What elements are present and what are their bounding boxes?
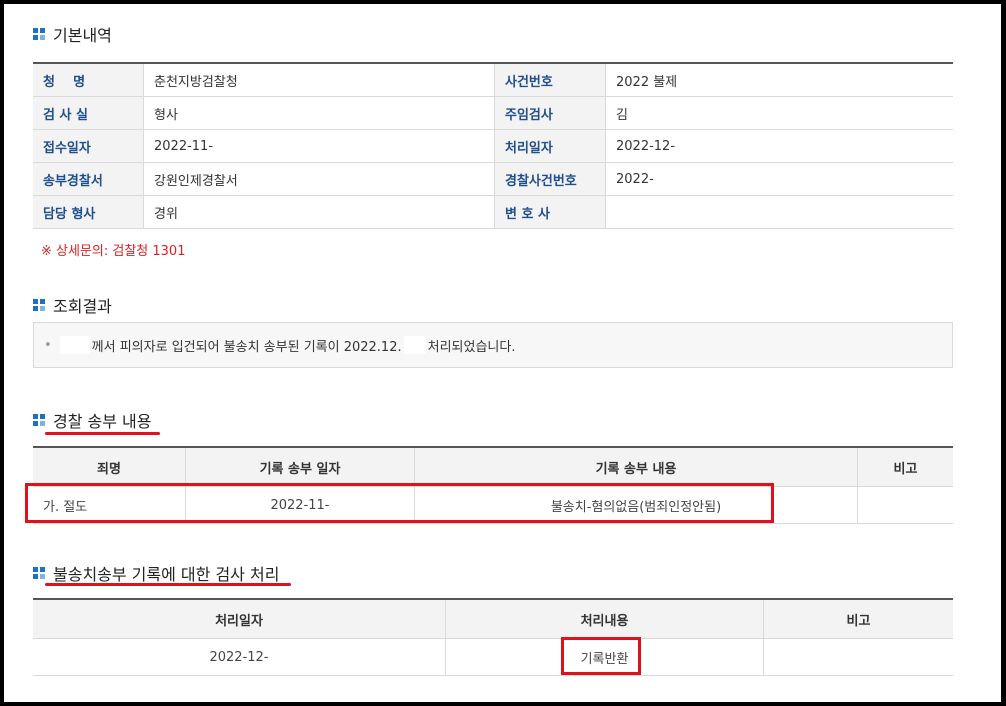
basic-info-table: 청 명 춘천지방검찰청 사건번호 2022 불제 검 사 실 형사 주임검사 김… — [33, 62, 953, 229]
value-cell: 강원인제경찰서 — [143, 162, 495, 196]
value-cell: 김 — [605, 96, 953, 130]
table-cell: 2022-12- — [33, 638, 446, 676]
value-cell: 2022- — [605, 162, 953, 196]
label-cell: 사건번호 — [494, 63, 606, 97]
label-cell: 검 사 실 — [33, 96, 144, 130]
table-header-row: 처리일자 처리내용 비고 — [33, 599, 953, 639]
column-header: 처리일자 — [33, 599, 446, 639]
grid-icon — [33, 414, 45, 426]
table-row: 송부경찰서 강원인제경찰서 경찰사건번호 2022- — [33, 162, 953, 196]
highlight-box — [25, 483, 774, 523]
label-cell: 주임검사 — [494, 96, 606, 130]
highlight-underline — [45, 583, 291, 586]
table-cell — [763, 638, 953, 676]
section-title-result: 조회결과 — [33, 293, 112, 317]
table-row: 담당 형사 경위 변 호 사 — [33, 195, 953, 229]
section-title-police: 경찰 송부 내용 — [33, 408, 152, 432]
label-cell: 경찰사건번호 — [494, 162, 606, 196]
table-row: 2022-12- 기록반환 — [33, 638, 953, 676]
value-cell — [605, 195, 953, 229]
column-header: 비고 — [857, 447, 953, 487]
section-title-text: 불송치송부 기록에 대한 검사 처리 — [53, 565, 280, 584]
grid-icon — [33, 299, 45, 311]
value-cell: 형사 — [143, 96, 495, 130]
prosecutor-table: 처리일자 처리내용 비고 2022-12- 기록반환 — [33, 598, 953, 676]
section-title-basic: 기본내역 — [33, 22, 112, 46]
table-row: 청 명 춘천지방검찰청 사건번호 2022 불제 — [33, 63, 953, 97]
column-header: 기록 송부 일자 — [185, 447, 415, 487]
label-cell: 청 명 — [33, 63, 144, 97]
value-cell: 2022 불제 — [605, 63, 953, 97]
grid-icon — [33, 28, 45, 40]
page-frame: 기본내역 청 명 춘천지방검찰청 사건번호 2022 불제 검 사 실 형사 주… — [4, 4, 1001, 702]
label-cell: 변 호 사 — [494, 195, 606, 229]
contact-note: ※ 상세문의: 검찰청 1301 — [41, 244, 186, 259]
section-title-prosecutor: 불송치송부 기록에 대한 검사 처리 — [33, 561, 279, 585]
label-cell: 처리일자 — [494, 129, 606, 163]
redacted-name — [59, 336, 90, 354]
highlight-box — [561, 637, 641, 675]
bullet-icon: • — [44, 337, 52, 353]
highlight-underline — [45, 432, 160, 435]
table-row: 검 사 실 형사 주임검사 김 — [33, 96, 953, 130]
column-header: 기록 송부 내용 — [414, 447, 858, 487]
label-cell: 송부경찰서 — [33, 162, 144, 196]
value-cell: 경위 — [143, 195, 495, 229]
table-cell — [857, 486, 953, 524]
section-title-text: 경찰 송부 내용 — [53, 412, 152, 431]
table-row: 접수일자 2022-11- 처리일자 2022-12- — [33, 129, 953, 163]
redacted-date — [403, 336, 426, 354]
result-text-b: 처리되었습니다. — [427, 339, 516, 355]
value-cell: 2022-12- — [605, 129, 953, 163]
section-title-text: 기본내역 — [53, 26, 112, 45]
column-header: 비고 — [763, 599, 953, 639]
table-header-row: 죄명 기록 송부 일자 기록 송부 내용 비고 — [33, 447, 953, 487]
result-text-a: 께서 피의자로 입건되어 불송치 송부된 기록이 2022.12. — [91, 339, 402, 355]
result-message-box: • 께서 피의자로 입건되어 불송치 송부된 기록이 2022.12. 처리되었… — [33, 322, 953, 368]
value-cell: 춘천지방검찰청 — [143, 63, 495, 97]
grid-icon — [33, 567, 45, 579]
label-cell: 담당 형사 — [33, 195, 144, 229]
section-title-text: 조회결과 — [53, 297, 112, 316]
label-cell: 접수일자 — [33, 129, 144, 163]
value-cell: 2022-11- — [143, 129, 495, 163]
column-header: 죄명 — [33, 447, 186, 487]
column-header: 처리내용 — [445, 599, 764, 639]
